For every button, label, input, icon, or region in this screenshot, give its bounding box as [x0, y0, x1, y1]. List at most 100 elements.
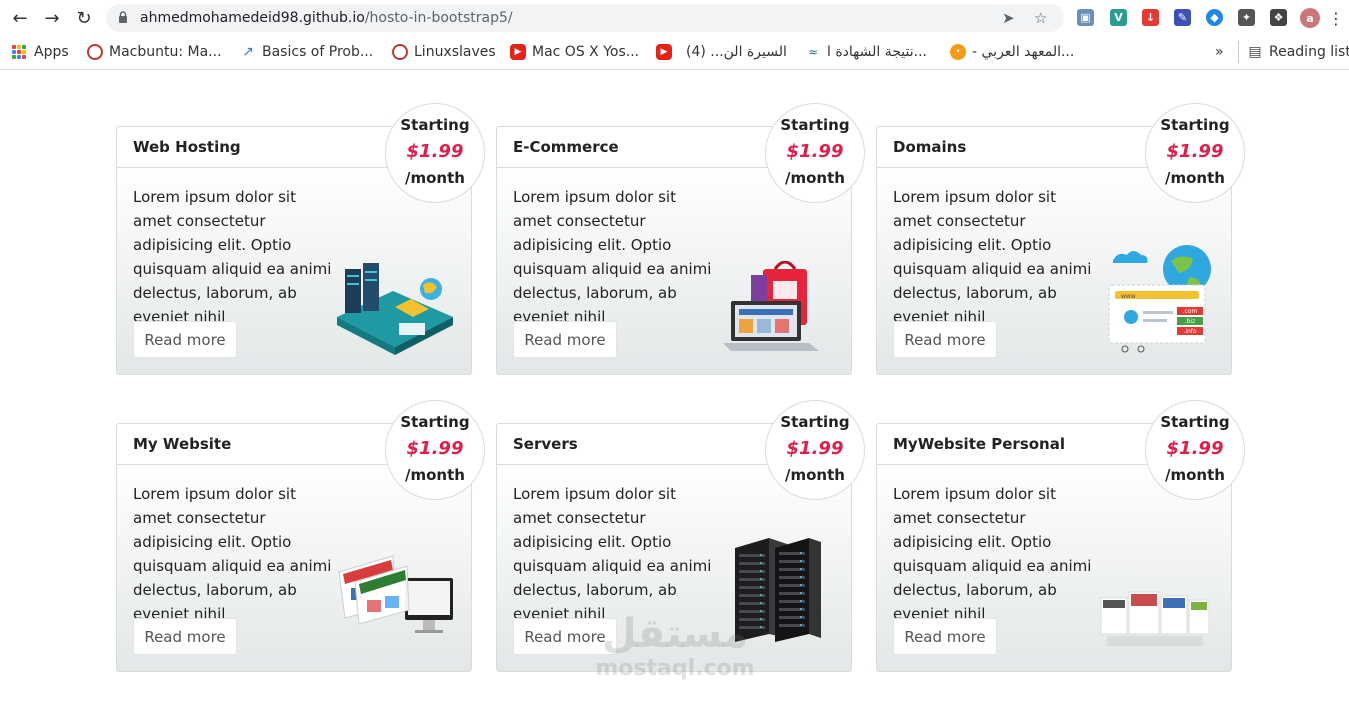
youtube-favicon-icon: ▶: [510, 44, 526, 60]
card-title: Web Hosting: [133, 138, 241, 156]
svg-text:.com: .com: [1183, 308, 1198, 315]
price-period: /month: [1165, 169, 1225, 187]
domain-browser-globe-image: www .com .biz .info: [1107, 243, 1217, 357]
bookmark-label: - المعهد العربي...: [972, 44, 1075, 60]
apps-grid-icon: [12, 45, 26, 59]
server-room-illustration-image: [333, 259, 459, 359]
svg-text:.info: .info: [1183, 328, 1196, 335]
personal-site-mockups-image: [1099, 588, 1211, 650]
price-amount: $1.99: [1166, 141, 1224, 162]
price-starting-label: Starting: [400, 413, 470, 431]
card-description: Lorem ipsum dolor sit amet consectetur a…: [513, 188, 712, 326]
svg-text:www: www: [1121, 293, 1136, 300]
card-title: MyWebsite Personal: [893, 435, 1066, 453]
extension-eyedropper-icon[interactable]: ✎: [1174, 9, 1191, 26]
price-badge: Starting $1.99 /month: [765, 103, 865, 203]
menu-kebab-icon[interactable]: ⋮: [1324, 6, 1348, 30]
bookmarks-overflow-button[interactable]: »: [1215, 41, 1224, 63]
bookmark-label: Linuxslaves: [414, 44, 496, 60]
price-starting-label: Starting: [780, 413, 850, 431]
reading-list-icon: ▤: [1248, 44, 1262, 60]
reading-list-label: Reading list: [1269, 44, 1349, 60]
chart-favicon-icon: ↗: [242, 44, 254, 60]
card-title: Servers: [513, 435, 578, 453]
extension-blue-icon[interactable]: ◆: [1206, 9, 1223, 26]
card-description: Lorem ipsum dolor sit amet consectetur a…: [513, 485, 712, 623]
price-starting-label: Starting: [400, 116, 470, 134]
watermark-logo: مستقل mostaql.com: [588, 612, 762, 682]
reload-icon[interactable]: ↻: [72, 6, 96, 30]
pricing-card: E-Commerce Starting $1.99 /month Lorem i…: [496, 103, 865, 375]
bookmark-seerah[interactable]: ▶ السيرة الن... (4): [656, 41, 787, 63]
macbuntu-favicon-icon: [87, 44, 103, 60]
extension-image-icon[interactable]: ▣: [1077, 9, 1094, 26]
extension-download-icon[interactable]: ↓: [1142, 9, 1159, 26]
price-badge: Starting $1.99 /month: [765, 400, 865, 500]
card-description: Lorem ipsum dolor sit amet consectetur a…: [133, 188, 332, 326]
price-amount: $1.99: [786, 438, 844, 459]
card-description: Lorem ipsum dolor sit amet consectetur a…: [893, 188, 1092, 326]
youtube-favicon-icon: ▶: [656, 44, 672, 60]
card-title: My Website: [133, 435, 232, 453]
bookmark-label: Basics of Prob...: [262, 44, 374, 60]
forward-arrow-icon[interactable]: →: [40, 6, 64, 30]
back-arrow-icon[interactable]: ←: [8, 6, 32, 30]
browser-chrome: ← → ↻ ahmedmohamedeid98.github.io/hosto-…: [0, 0, 1349, 70]
bookmark-linuxslaves[interactable]: Linuxslaves: [392, 41, 496, 63]
bookmark-label: Macbuntu: Ma...: [109, 44, 222, 60]
institute-favicon-icon: •: [950, 44, 966, 60]
card-title: Domains: [893, 138, 967, 156]
read-more-button[interactable]: Read more: [133, 618, 237, 655]
price-starting-label: Starting: [780, 116, 850, 134]
extension-vue-icon[interactable]: V: [1110, 9, 1127, 26]
bookmark-star-icon[interactable]: ☆: [1034, 9, 1047, 27]
watermark-arabic: مستقل: [601, 611, 749, 657]
address-bar[interactable]: ahmedmohamedeid98.github.io/hosto-in-boo…: [106, 4, 1064, 32]
bookmark-certificate-result[interactable]: ≈ نتيجة الشهادة ا...: [805, 41, 927, 63]
bookmark-arab-institute[interactable]: • - المعهد العربي...: [950, 41, 1074, 63]
lock-icon: [119, 11, 127, 23]
price-period: /month: [785, 169, 845, 187]
laptop-shopping-bags-image: Online: [723, 260, 827, 357]
send-tab-icon[interactable]: ➤: [1002, 9, 1015, 27]
price-badge: Starting $1.99 /month: [1145, 400, 1245, 500]
bookmark-macbuntu[interactable]: Macbuntu: Ma...: [87, 41, 222, 63]
bookmark-label: Mac OS X Yos...: [532, 44, 640, 60]
url-host: ahmedmohamedeid98.github.io: [140, 10, 365, 26]
price-period: /month: [405, 169, 465, 187]
bookmark-apps[interactable]: Apps: [12, 41, 69, 63]
bookmark-mac-os-x[interactable]: ▶ Mac OS X Yos...: [510, 41, 639, 63]
price-period: /month: [785, 466, 845, 484]
url-text: ahmedmohamedeid98.github.io/hosto-in-boo…: [140, 10, 513, 26]
browser-toolbar: ← → ↻ ahmedmohamedeid98.github.io/hosto-…: [0, 0, 1349, 36]
price-badge: Starting $1.99 /month: [1145, 103, 1245, 203]
bookmarks-bar: Apps Macbuntu: Ma... ↗ Basics of Prob...…: [0, 38, 1349, 64]
bookmark-label: نتيجة الشهادة ا...: [827, 44, 927, 60]
price-amount: $1.99: [1166, 438, 1224, 459]
pricing-card: My Website Starting $1.99 /month Lorem i…: [116, 400, 485, 672]
price-amount: $1.99: [406, 438, 464, 459]
card-title: E-Commerce: [513, 138, 619, 156]
url-path: /hosto-in-bootstrap5/: [364, 10, 513, 26]
price-starting-label: Starting: [1160, 116, 1230, 134]
extension-wand-icon[interactable]: ✦: [1238, 9, 1255, 26]
read-more-button[interactable]: Read more: [893, 618, 997, 655]
certificate-favicon-icon: ≈: [807, 45, 819, 59]
price-amount: $1.99: [406, 141, 464, 162]
extensions-puzzle-icon[interactable]: ❖: [1270, 9, 1287, 26]
read-more-button[interactable]: Read more: [893, 321, 997, 358]
read-more-button[interactable]: Read more: [513, 321, 617, 358]
bookmark-basics-of-prob[interactable]: ↗ Basics of Prob...: [240, 41, 373, 63]
bookmark-label: السيرة الن... (4): [686, 44, 787, 60]
profile-avatar[interactable]: a: [1300, 8, 1320, 28]
pricing-card: Web Hosting Starting $1.99 /month Lorem …: [116, 103, 485, 375]
price-amount: $1.99: [786, 141, 844, 162]
card-description: Lorem ipsum dolor sit amet consectetur a…: [133, 485, 332, 623]
pricing-card: Domains Starting $1.99 /month Lorem ipsu…: [876, 103, 1245, 375]
read-more-button[interactable]: Read more: [133, 321, 237, 358]
price-badge: Starting $1.99 /month: [385, 400, 485, 500]
card-description: Lorem ipsum dolor sit amet consectetur a…: [893, 485, 1092, 623]
website-screens-image: [335, 552, 457, 644]
reading-list-button[interactable]: ▤ Reading list: [1238, 41, 1349, 63]
price-period: /month: [405, 466, 465, 484]
